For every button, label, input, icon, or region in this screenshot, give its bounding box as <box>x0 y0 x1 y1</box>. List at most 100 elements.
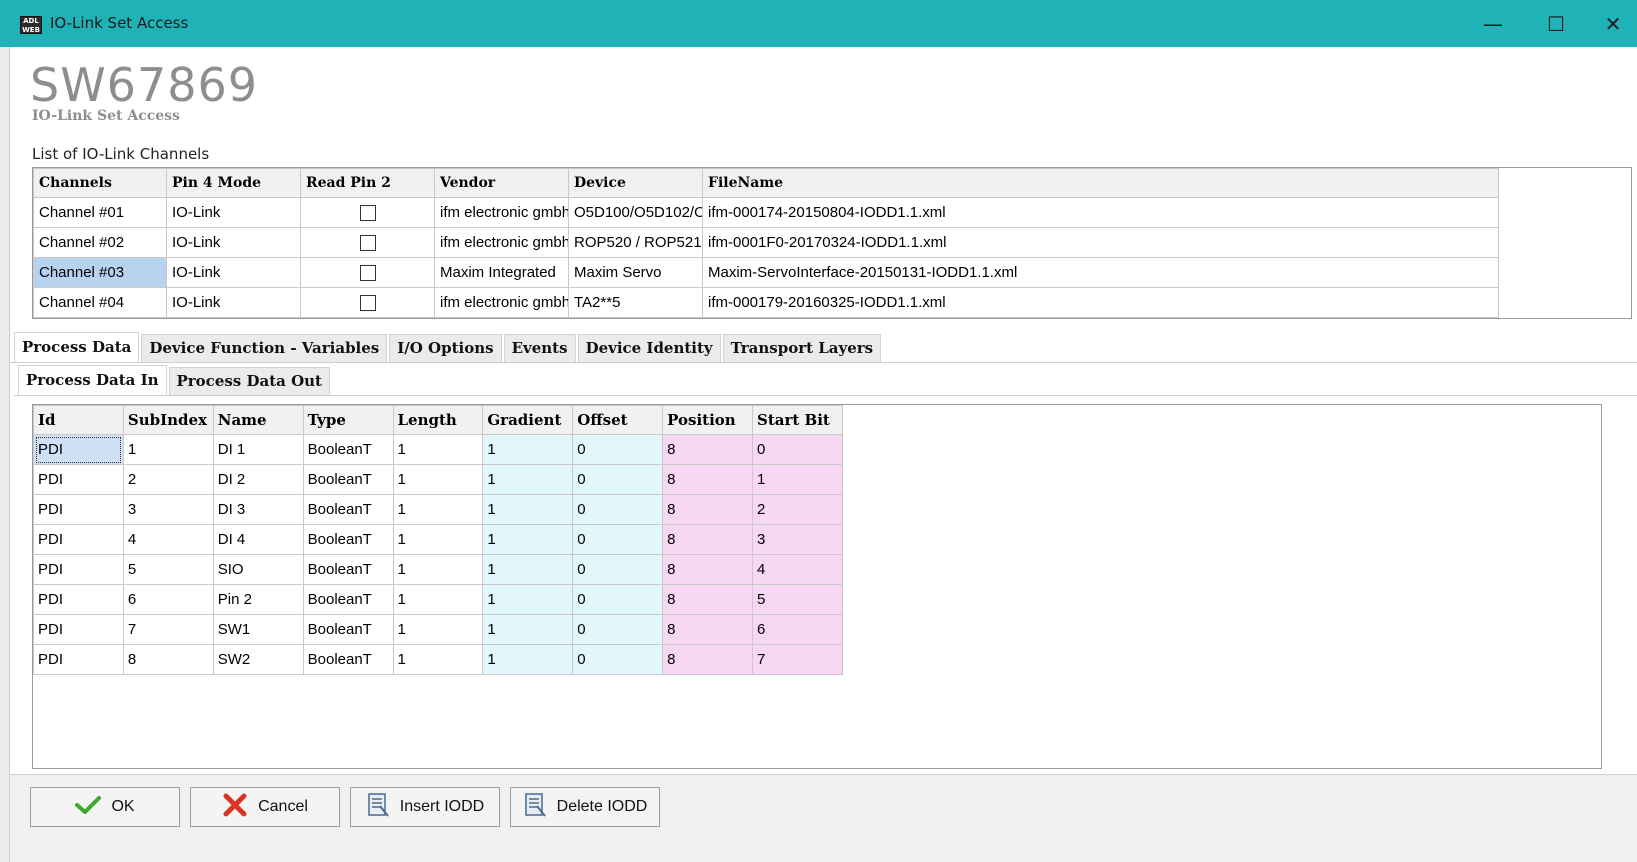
pin4-mode-cell[interactable]: IO-Link <box>166 257 301 288</box>
start-bit-cell[interactable]: 7 <box>752 644 843 675</box>
column-header[interactable]: Vendor <box>434 168 569 198</box>
length-cell[interactable]: 1 <box>392 464 484 495</box>
offset-cell[interactable]: 0 <box>572 614 664 645</box>
tab-device-identity[interactable]: Device Identity <box>577 334 721 362</box>
tab-io-options[interactable]: I/O Options <box>389 334 502 362</box>
gradient-cell[interactable]: 1 <box>482 584 574 615</box>
table-row[interactable]: PDI 2 DI 2 BooleanT 1 1 0 8 1 <box>33 464 843 495</box>
start-bit-cell[interactable]: 6 <box>752 614 843 645</box>
id-cell[interactable]: PDI <box>33 584 124 615</box>
id-cell[interactable]: PDI <box>33 524 124 555</box>
gradient-cell[interactable]: 1 <box>482 644 574 675</box>
insert-iodd-button[interactable]: Insert IODD <box>350 787 500 827</box>
table-row[interactable]: PDI 6 Pin 2 BooleanT 1 1 0 8 5 <box>33 584 843 615</box>
ok-button[interactable]: OK <box>30 787 180 827</box>
pin4-mode-cell[interactable]: IO-Link <box>166 227 301 258</box>
column-header[interactable]: Pin 4 Mode <box>166 168 301 198</box>
position-cell[interactable]: 8 <box>662 644 753 675</box>
subindex-cell[interactable]: 2 <box>122 464 214 495</box>
type-cell[interactable]: BooleanT <box>302 434 394 465</box>
filename-cell[interactable]: ifm-000179-20160325-IODD1.1.xml <box>702 287 1499 318</box>
type-cell[interactable]: BooleanT <box>302 614 394 645</box>
start-bit-cell[interactable]: 1 <box>752 464 843 495</box>
channel-cell[interactable]: Channel #02 <box>33 227 167 258</box>
position-cell[interactable]: 8 <box>662 494 753 525</box>
vendor-cell[interactable]: ifm electronic gmbh <box>434 197 569 228</box>
subindex-cell[interactable]: 3 <box>122 494 214 525</box>
table-row[interactable]: PDI 4 DI 4 BooleanT 1 1 0 8 3 <box>33 524 843 555</box>
offset-cell[interactable]: 0 <box>572 584 664 615</box>
id-cell[interactable]: PDI <box>33 464 124 495</box>
name-cell[interactable]: DI 2 <box>212 464 304 495</box>
subindex-cell[interactable]: 4 <box>122 524 214 555</box>
vendor-cell[interactable]: ifm electronic gmbh <box>434 227 569 258</box>
column-header[interactable]: Gradient <box>482 405 574 435</box>
read-pin2-checkbox[interactable] <box>359 295 376 312</box>
gradient-cell[interactable]: 1 <box>482 494 574 525</box>
subindex-cell[interactable]: 5 <box>122 554 214 585</box>
name-cell[interactable]: SIO <box>212 554 304 585</box>
offset-cell[interactable]: 0 <box>572 434 664 465</box>
column-header[interactable]: Position <box>662 405 753 435</box>
type-cell[interactable]: BooleanT <box>302 464 394 495</box>
position-cell[interactable]: 8 <box>662 584 753 615</box>
filename-cell[interactable]: ifm-0001F0-20170324-IODD1.1.xml <box>702 227 1499 258</box>
tab-process-data-out[interactable]: Process Data Out <box>168 367 330 395</box>
table-row[interactable]: PDI 3 DI 3 BooleanT 1 1 0 8 2 <box>33 494 843 525</box>
gradient-cell[interactable]: 1 <box>482 554 574 585</box>
id-cell[interactable]: PDI <box>33 614 124 645</box>
type-cell[interactable]: BooleanT <box>302 524 394 555</box>
channel-cell[interactable]: Channel #04 <box>33 287 167 318</box>
column-header[interactable]: Device <box>568 168 703 198</box>
table-row[interactable]: Channel #03 IO-Link Maxim Integrated Max… <box>33 257 1499 288</box>
length-cell[interactable]: 1 <box>392 494 484 525</box>
name-cell[interactable]: Pin 2 <box>212 584 304 615</box>
length-cell[interactable]: 1 <box>392 554 484 585</box>
subindex-cell[interactable]: 6 <box>122 584 214 615</box>
name-cell[interactable]: DI 1 <box>212 434 304 465</box>
subindex-cell[interactable]: 8 <box>122 644 214 675</box>
tab-process-data[interactable]: Process Data <box>14 332 140 362</box>
gradient-cell[interactable]: 1 <box>482 524 574 555</box>
length-cell[interactable]: 1 <box>392 524 484 555</box>
tab-device-function-variables[interactable]: Device Function - Variables <box>141 334 388 362</box>
position-cell[interactable]: 8 <box>662 464 753 495</box>
cancel-button[interactable]: Cancel <box>190 787 340 827</box>
read-pin2-checkbox[interactable] <box>359 265 376 282</box>
column-header[interactable]: Name <box>212 405 304 435</box>
position-cell[interactable]: 8 <box>662 524 753 555</box>
id-cell[interactable]: PDI <box>33 494 124 525</box>
id-cell[interactable]: PDI <box>33 644 124 675</box>
column-header[interactable]: Id <box>33 405 124 435</box>
device-cell[interactable]: TA2**5 <box>568 287 703 318</box>
gradient-cell[interactable]: 1 <box>482 614 574 645</box>
start-bit-cell[interactable]: 0 <box>752 434 843 465</box>
offset-cell[interactable]: 0 <box>572 554 664 585</box>
filename-cell[interactable]: Maxim-ServoInterface-20150131-IODD1.1.xm… <box>702 257 1499 288</box>
start-bit-cell[interactable]: 4 <box>752 554 843 585</box>
column-header[interactable]: Read Pin 2 <box>300 168 435 198</box>
position-cell[interactable]: 8 <box>662 554 753 585</box>
column-header[interactable]: Length <box>392 405 484 435</box>
length-cell[interactable]: 1 <box>392 434 484 465</box>
table-row[interactable]: Channel #01 IO-Link ifm electronic gmbh … <box>33 197 1499 228</box>
subindex-cell[interactable]: 1 <box>122 434 214 465</box>
offset-cell[interactable]: 0 <box>572 644 664 675</box>
pin4-mode-cell[interactable]: IO-Link <box>166 287 301 318</box>
column-header[interactable]: SubIndex <box>122 405 214 435</box>
name-cell[interactable]: DI 4 <box>212 524 304 555</box>
filename-cell[interactable]: ifm-000174-20150804-IODD1.1.xml <box>702 197 1499 228</box>
channel-cell[interactable]: Channel #01 <box>33 197 167 228</box>
gradient-cell[interactable]: 1 <box>482 434 574 465</box>
pin4-mode-cell[interactable]: IO-Link <box>166 197 301 228</box>
type-cell[interactable]: BooleanT <box>302 494 394 525</box>
gradient-cell[interactable]: 1 <box>482 464 574 495</box>
subindex-cell[interactable]: 7 <box>122 614 214 645</box>
column-header[interactable]: Channels <box>33 168 167 198</box>
start-bit-cell[interactable]: 2 <box>752 494 843 525</box>
start-bit-cell[interactable]: 5 <box>752 584 843 615</box>
column-header[interactable]: Type <box>302 405 394 435</box>
maximize-button[interactable]: ☐ <box>1533 7 1579 41</box>
tab-transport-layers[interactable]: Transport Layers <box>722 334 882 362</box>
delete-iodd-button[interactable]: Delete IODD <box>510 787 660 827</box>
